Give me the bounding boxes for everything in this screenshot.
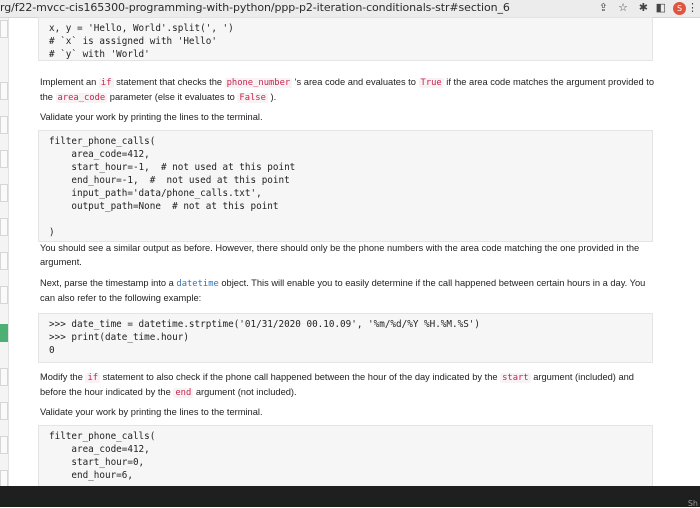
bookmark-star-icon[interactable]: ☆ (618, 2, 628, 15)
bottom-taskbar: Sh (0, 486, 700, 508)
section-marker[interactable] (0, 402, 8, 420)
datetime-paragraph: Next, parse the timestamp into a datetim… (40, 278, 646, 303)
window-icon[interactable]: ◧ (656, 2, 666, 15)
section-marker[interactable] (0, 436, 8, 454)
section-marker[interactable] (0, 252, 8, 270)
section-marker[interactable] (0, 286, 8, 304)
validate-paragraph-2: Validate your work by printing the lines… (40, 407, 263, 417)
modify-if-paragraph: Modify the if statement to also check if… (40, 372, 634, 398)
instruction-paragraph-if: Implement an if statement that checks th… (40, 77, 655, 103)
section-marker[interactable] (0, 82, 8, 100)
validate-paragraph: Validate your work by printing the lines… (40, 112, 263, 122)
extension-icon[interactable]: ✱ (639, 2, 648, 15)
menu-dots-icon[interactable]: ⋮ (687, 2, 698, 15)
browser-toolbar-icons: ⇪ ☆ ✱ ◧ S ⋮ (590, 0, 700, 17)
url-text[interactable]: rg/f22-mvcc-cis165300-programming-with-p… (0, 1, 510, 14)
code-block-filter-call-1: filter_phone_calls( area_code=412, start… (38, 130, 653, 242)
section-marker[interactable] (0, 368, 8, 386)
left-section-strip (0, 18, 9, 488)
code-block-split-example: x, y = 'Hello, World'.split(', ') # `x` … (38, 17, 653, 61)
section-marker[interactable] (0, 184, 8, 202)
section-marker-active[interactable] (0, 324, 8, 342)
section-marker[interactable] (0, 218, 8, 236)
browser-address-bar[interactable]: rg/f22-mvcc-cis165300-programming-with-p… (0, 0, 700, 18)
output-note-paragraph: You should see a similar output as befor… (40, 243, 640, 267)
section-marker[interactable] (0, 150, 8, 168)
section-marker[interactable] (0, 20, 8, 38)
profile-avatar[interactable]: S (673, 2, 686, 15)
section-marker[interactable] (0, 116, 8, 134)
share-icon[interactable]: ⇪ (599, 2, 608, 15)
code-block-filter-call-2: filter_phone_calls( area_code=412, start… (38, 425, 653, 487)
code-block-datetime-example: >>> date_time = datetime.strptime('01/31… (38, 313, 653, 363)
